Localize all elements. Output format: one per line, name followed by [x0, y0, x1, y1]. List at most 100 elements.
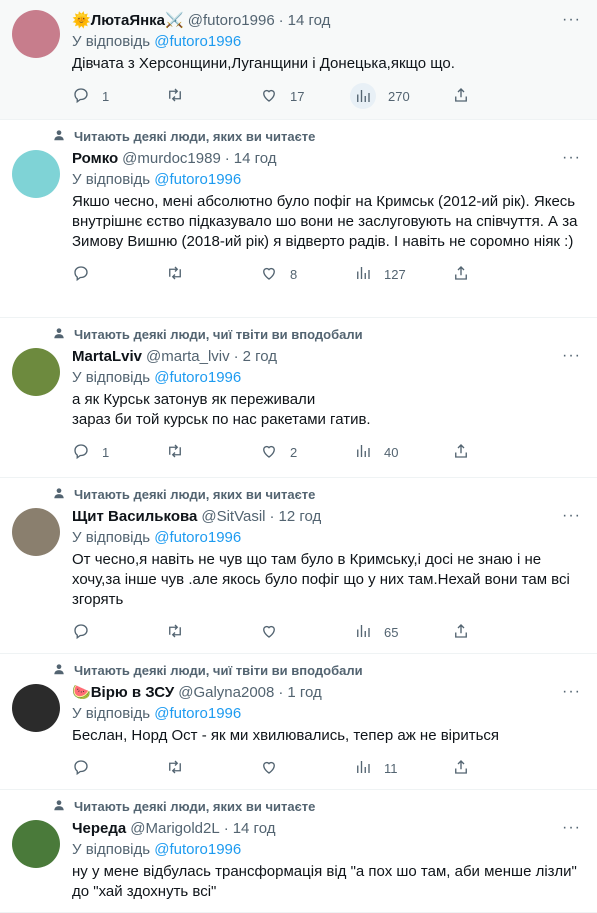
- user-handle[interactable]: @Marigold2L: [130, 820, 219, 837]
- timestamp[interactable]: 12 год: [279, 508, 322, 525]
- display-name[interactable]: Вірю в ЗСУ: [91, 684, 175, 701]
- like-button[interactable]: 2: [260, 442, 354, 463]
- avatar[interactable]: [12, 820, 60, 868]
- retweet-button[interactable]: [166, 264, 260, 285]
- retweet-button[interactable]: [166, 86, 260, 107]
- share-button[interactable]: [452, 758, 470, 779]
- share-icon: [452, 758, 470, 779]
- social-context: Читають деякі люди, яких ви читаєте: [0, 482, 597, 506]
- tweet-header: Щит Василькова @SitVasil · 12 год ···: [72, 506, 583, 526]
- reply-to-link[interactable]: @futoro1996: [154, 705, 241, 722]
- user-handle[interactable]: @futoro1996: [188, 12, 275, 29]
- views-button[interactable]: 40: [354, 442, 448, 463]
- tweet[interactable]: Читають деякі люди, яких ви читаєте Ромко…: [0, 120, 597, 318]
- retweet-button[interactable]: [166, 622, 260, 643]
- user-handle[interactable]: @Galyna2008: [178, 684, 274, 701]
- action-bar: 11: [72, 756, 583, 780]
- more-options-icon[interactable]: ···: [562, 819, 581, 837]
- more-options-icon[interactable]: ···: [562, 149, 581, 167]
- more-options-icon[interactable]: ···: [562, 683, 581, 701]
- reply-icon: [72, 442, 90, 463]
- display-name[interactable]: ЛютаЯнка: [91, 12, 165, 29]
- share-button[interactable]: [452, 622, 470, 643]
- views-button[interactable]: 270: [350, 83, 448, 109]
- views-button[interactable]: 11: [354, 758, 448, 779]
- reply-to-link[interactable]: @futoro1996: [154, 529, 241, 546]
- tweet[interactable]: 🌞 ЛютаЯнка ⚔️ @futoro1996 · 14 год ··· У відпов…: [0, 0, 597, 120]
- tweet-header: Череда @Marigold2L · 14 год ···: [72, 818, 583, 838]
- reply-context: У відповідь @futoro1996: [72, 705, 583, 722]
- social-context-text: Читають деякі люди, яких ви читаєте: [74, 798, 316, 814]
- display-name[interactable]: Ромко: [72, 150, 118, 167]
- retweet-button[interactable]: [166, 758, 260, 779]
- separator-dot: ·: [278, 11, 284, 29]
- reply-button[interactable]: [72, 758, 166, 779]
- timestamp[interactable]: 1 год: [287, 684, 321, 701]
- avatar[interactable]: [12, 508, 60, 556]
- user-handle[interactable]: @SitVasil: [201, 508, 265, 525]
- action-bar: 1 17 270: [72, 83, 583, 109]
- views-icon: [354, 758, 372, 779]
- display-name[interactable]: Череда: [72, 820, 126, 837]
- reply-to-link[interactable]: @futoro1996: [154, 171, 241, 188]
- share-button[interactable]: [452, 442, 470, 463]
- share-icon: [452, 622, 470, 643]
- like-button[interactable]: 17: [260, 86, 354, 107]
- avatar[interactable]: [12, 10, 60, 58]
- reply-to-link[interactable]: @futoro1996: [154, 841, 241, 858]
- views-count: 270: [388, 88, 410, 104]
- social-context: Читають деякі люди, яких ви читаєте: [0, 794, 597, 818]
- reply-button[interactable]: 1: [72, 86, 166, 107]
- reply-button[interactable]: 1: [72, 442, 166, 463]
- views-icon: [354, 622, 372, 643]
- separator-dot: ·: [269, 507, 275, 525]
- social-context-text: Читають деякі люди, яких ви читаєте: [74, 486, 316, 502]
- timestamp[interactable]: 14 год: [288, 12, 331, 29]
- user-handle[interactable]: @murdoc1989: [122, 150, 221, 167]
- tweet[interactable]: Читають деякі люди, чиї твіти ви вподоба…: [0, 318, 597, 478]
- action-bar: 65: [72, 620, 583, 644]
- tweet[interactable]: Читають деякі люди, яких ви читаєте Черед…: [0, 790, 597, 913]
- display-name[interactable]: Щит Василькова: [72, 508, 197, 525]
- reply-button[interactable]: [72, 622, 166, 643]
- reply-to-link[interactable]: @futoro1996: [154, 369, 241, 386]
- timestamp[interactable]: 14 год: [233, 820, 276, 837]
- more-options-icon[interactable]: ···: [562, 11, 581, 29]
- more-options-icon[interactable]: ···: [562, 347, 581, 365]
- avatar[interactable]: [12, 150, 60, 198]
- tweet-header: 🌞 ЛютаЯнка ⚔️ @futoro1996 · 14 год ···: [72, 10, 583, 30]
- tweet-header: 🍉 Вірю в ЗСУ @Galyna2008 · 1 год ···: [72, 682, 583, 702]
- name-emoji: ⚔️: [165, 12, 184, 29]
- share-icon: [452, 86, 470, 107]
- timestamp[interactable]: 14 год: [234, 150, 277, 167]
- social-context-text: Читають деякі люди, чиї твіти ви вподоба…: [74, 662, 363, 678]
- like-button[interactable]: [260, 758, 354, 779]
- user-handle[interactable]: @marta_lviv: [146, 348, 230, 365]
- views-button[interactable]: 65: [354, 622, 448, 643]
- tweet[interactable]: Читають деякі люди, чиї твіти ви вподоба…: [0, 654, 597, 790]
- reply-context: У відповідь @futoro1996: [72, 529, 583, 546]
- reply-context: У відповідь @futoro1996: [72, 841, 583, 858]
- share-icon: [452, 442, 470, 463]
- tweet[interactable]: Читають деякі люди, яких ви читаєте Щит В…: [0, 478, 597, 654]
- reply-to-link[interactable]: @futoro1996: [154, 33, 241, 50]
- like-button[interactable]: [260, 622, 354, 643]
- retweet-button[interactable]: [166, 442, 260, 463]
- reply-prefix: У відповідь: [72, 33, 151, 50]
- share-button[interactable]: [452, 264, 470, 285]
- avatar[interactable]: [12, 684, 60, 732]
- share-button[interactable]: [452, 86, 470, 107]
- retweet-icon: [166, 86, 184, 107]
- tweet-text: Беслан, Норд Ост - як ми хвилювались, те…: [72, 727, 500, 744]
- more-options-icon[interactable]: ···: [562, 507, 581, 525]
- timestamp[interactable]: 2 год: [243, 348, 277, 365]
- tweet-header: Ромко @murdoc1989 · 14 год ···: [72, 148, 583, 168]
- social-context-text: Читають деякі люди, чиї твіти ви вподоба…: [74, 326, 363, 342]
- display-name[interactable]: MartaLviv: [72, 348, 142, 365]
- reply-button[interactable]: [72, 264, 166, 285]
- like-button[interactable]: 8: [260, 264, 354, 285]
- views-button[interactable]: 127: [354, 264, 448, 285]
- avatar[interactable]: [12, 348, 60, 396]
- reply-count: 1: [102, 444, 110, 460]
- views-icon: [354, 264, 372, 285]
